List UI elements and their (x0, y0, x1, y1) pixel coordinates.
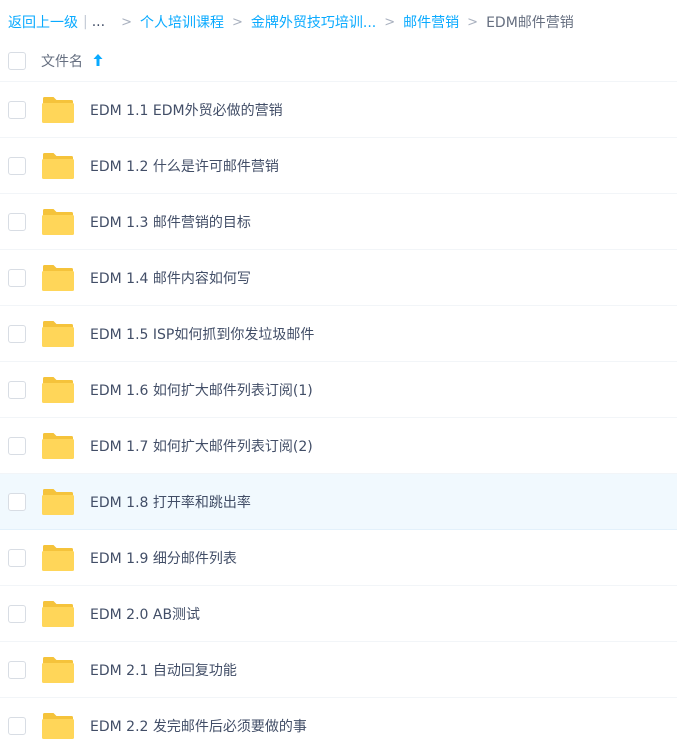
breadcrumb-separator-icon: > (384, 14, 396, 30)
arrow-up-icon[interactable] (92, 53, 104, 67)
row-checkbox[interactable] (8, 269, 26, 287)
row-checkbox[interactable] (8, 549, 26, 567)
folder-icon (42, 153, 74, 179)
breadcrumb-item[interactable]: 邮件营销 (403, 12, 459, 32)
file-name[interactable]: EDM 1.7 如何扩大邮件列表订阅(2) (90, 436, 313, 456)
breadcrumb-separator-icon: > (467, 14, 479, 30)
row-checkbox[interactable] (8, 101, 26, 119)
list-item[interactable]: EDM 1.4 邮件内容如何写 (0, 250, 677, 306)
back-link[interactable]: 返回上一级 (8, 12, 78, 32)
file-name[interactable]: EDM 1.5 ISP如何抓到你发垃圾邮件 (90, 324, 314, 344)
file-name[interactable]: EDM 2.1 自动回复功能 (90, 660, 237, 680)
file-name[interactable]: EDM 1.6 如何扩大邮件列表订阅(1) (90, 380, 313, 400)
row-checkbox[interactable] (8, 325, 26, 343)
list-item[interactable]: EDM 1.2 什么是许可邮件营销 (0, 138, 677, 194)
file-name[interactable]: EDM 1.1 EDM外贸必做的营销 (90, 100, 283, 120)
folder-icon (42, 321, 74, 347)
filename-column-header[interactable]: 文件名 (41, 51, 83, 71)
breadcrumb-divider: | (83, 14, 88, 30)
list-item[interactable]: EDM 2.0 AB测试 (0, 586, 677, 642)
file-name[interactable]: EDM 2.0 AB测试 (90, 604, 200, 624)
list-item[interactable]: EDM 2.2 发完邮件后必须要做的事 (0, 698, 677, 749)
list-item[interactable]: EDM 1.6 如何扩大邮件列表订阅(1) (0, 362, 677, 418)
breadcrumb-separator-icon: > (121, 14, 132, 30)
folder-icon (42, 713, 74, 739)
list-item[interactable]: EDM 1.3 邮件营销的目标 (0, 194, 677, 250)
file-name[interactable]: EDM 2.2 发完邮件后必须要做的事 (90, 716, 307, 736)
row-checkbox[interactable] (8, 437, 26, 455)
file-name[interactable]: EDM 1.3 邮件营销的目标 (90, 212, 251, 232)
folder-icon (42, 265, 74, 291)
list-item[interactable]: EDM 1.7 如何扩大邮件列表订阅(2) (0, 418, 677, 474)
folder-icon (42, 97, 74, 123)
file-list: EDM 1.1 EDM外贸必做的营销 EDM 1.2 什么是许可邮件营销 EDM 1… (0, 82, 677, 749)
breadcrumb-ellipsis[interactable]: ... (92, 14, 105, 30)
row-checkbox[interactable] (8, 717, 26, 735)
list-item[interactable]: EDM 2.1 自动回复功能 (0, 642, 677, 698)
breadcrumb: 返回上一级 | ... > 个人培训课程 > 金牌外贸技巧培训... > 邮件营… (8, 12, 574, 32)
file-name[interactable]: EDM 1.2 什么是许可邮件营销 (90, 156, 279, 176)
folder-icon (42, 377, 74, 403)
folder-icon (42, 601, 74, 627)
breadcrumb-item[interactable]: 个人培训课程 (140, 12, 224, 32)
file-name[interactable]: EDM 1.4 邮件内容如何写 (90, 268, 251, 288)
row-checkbox[interactable] (8, 213, 26, 231)
breadcrumb-item[interactable]: 金牌外贸技巧培训... (251, 12, 376, 32)
folder-icon (42, 545, 74, 571)
breadcrumb-separator-icon: > (231, 14, 243, 30)
list-item[interactable]: EDM 1.9 细分邮件列表 (0, 530, 677, 586)
list-item[interactable]: EDM 1.1 EDM外贸必做的营销 (0, 82, 677, 138)
row-checkbox[interactable] (8, 661, 26, 679)
row-checkbox[interactable] (8, 493, 26, 511)
list-item[interactable]: EDM 1.5 ISP如何抓到你发垃圾邮件 (0, 306, 677, 362)
folder-icon (42, 489, 74, 515)
folder-icon (42, 433, 74, 459)
list-header: 文件名 (0, 40, 677, 82)
file-name[interactable]: EDM 1.9 细分邮件列表 (90, 548, 237, 568)
folder-icon (42, 209, 74, 235)
folder-icon (42, 657, 74, 683)
row-checkbox[interactable] (8, 381, 26, 399)
list-item[interactable]: EDM 1.8 打开率和跳出率 (0, 474, 677, 530)
select-all-checkbox[interactable] (8, 52, 26, 70)
file-name[interactable]: EDM 1.8 打开率和跳出率 (90, 492, 251, 512)
row-checkbox[interactable] (8, 157, 26, 175)
breadcrumb-current: EDM邮件营销 (486, 15, 574, 31)
row-checkbox[interactable] (8, 605, 26, 623)
